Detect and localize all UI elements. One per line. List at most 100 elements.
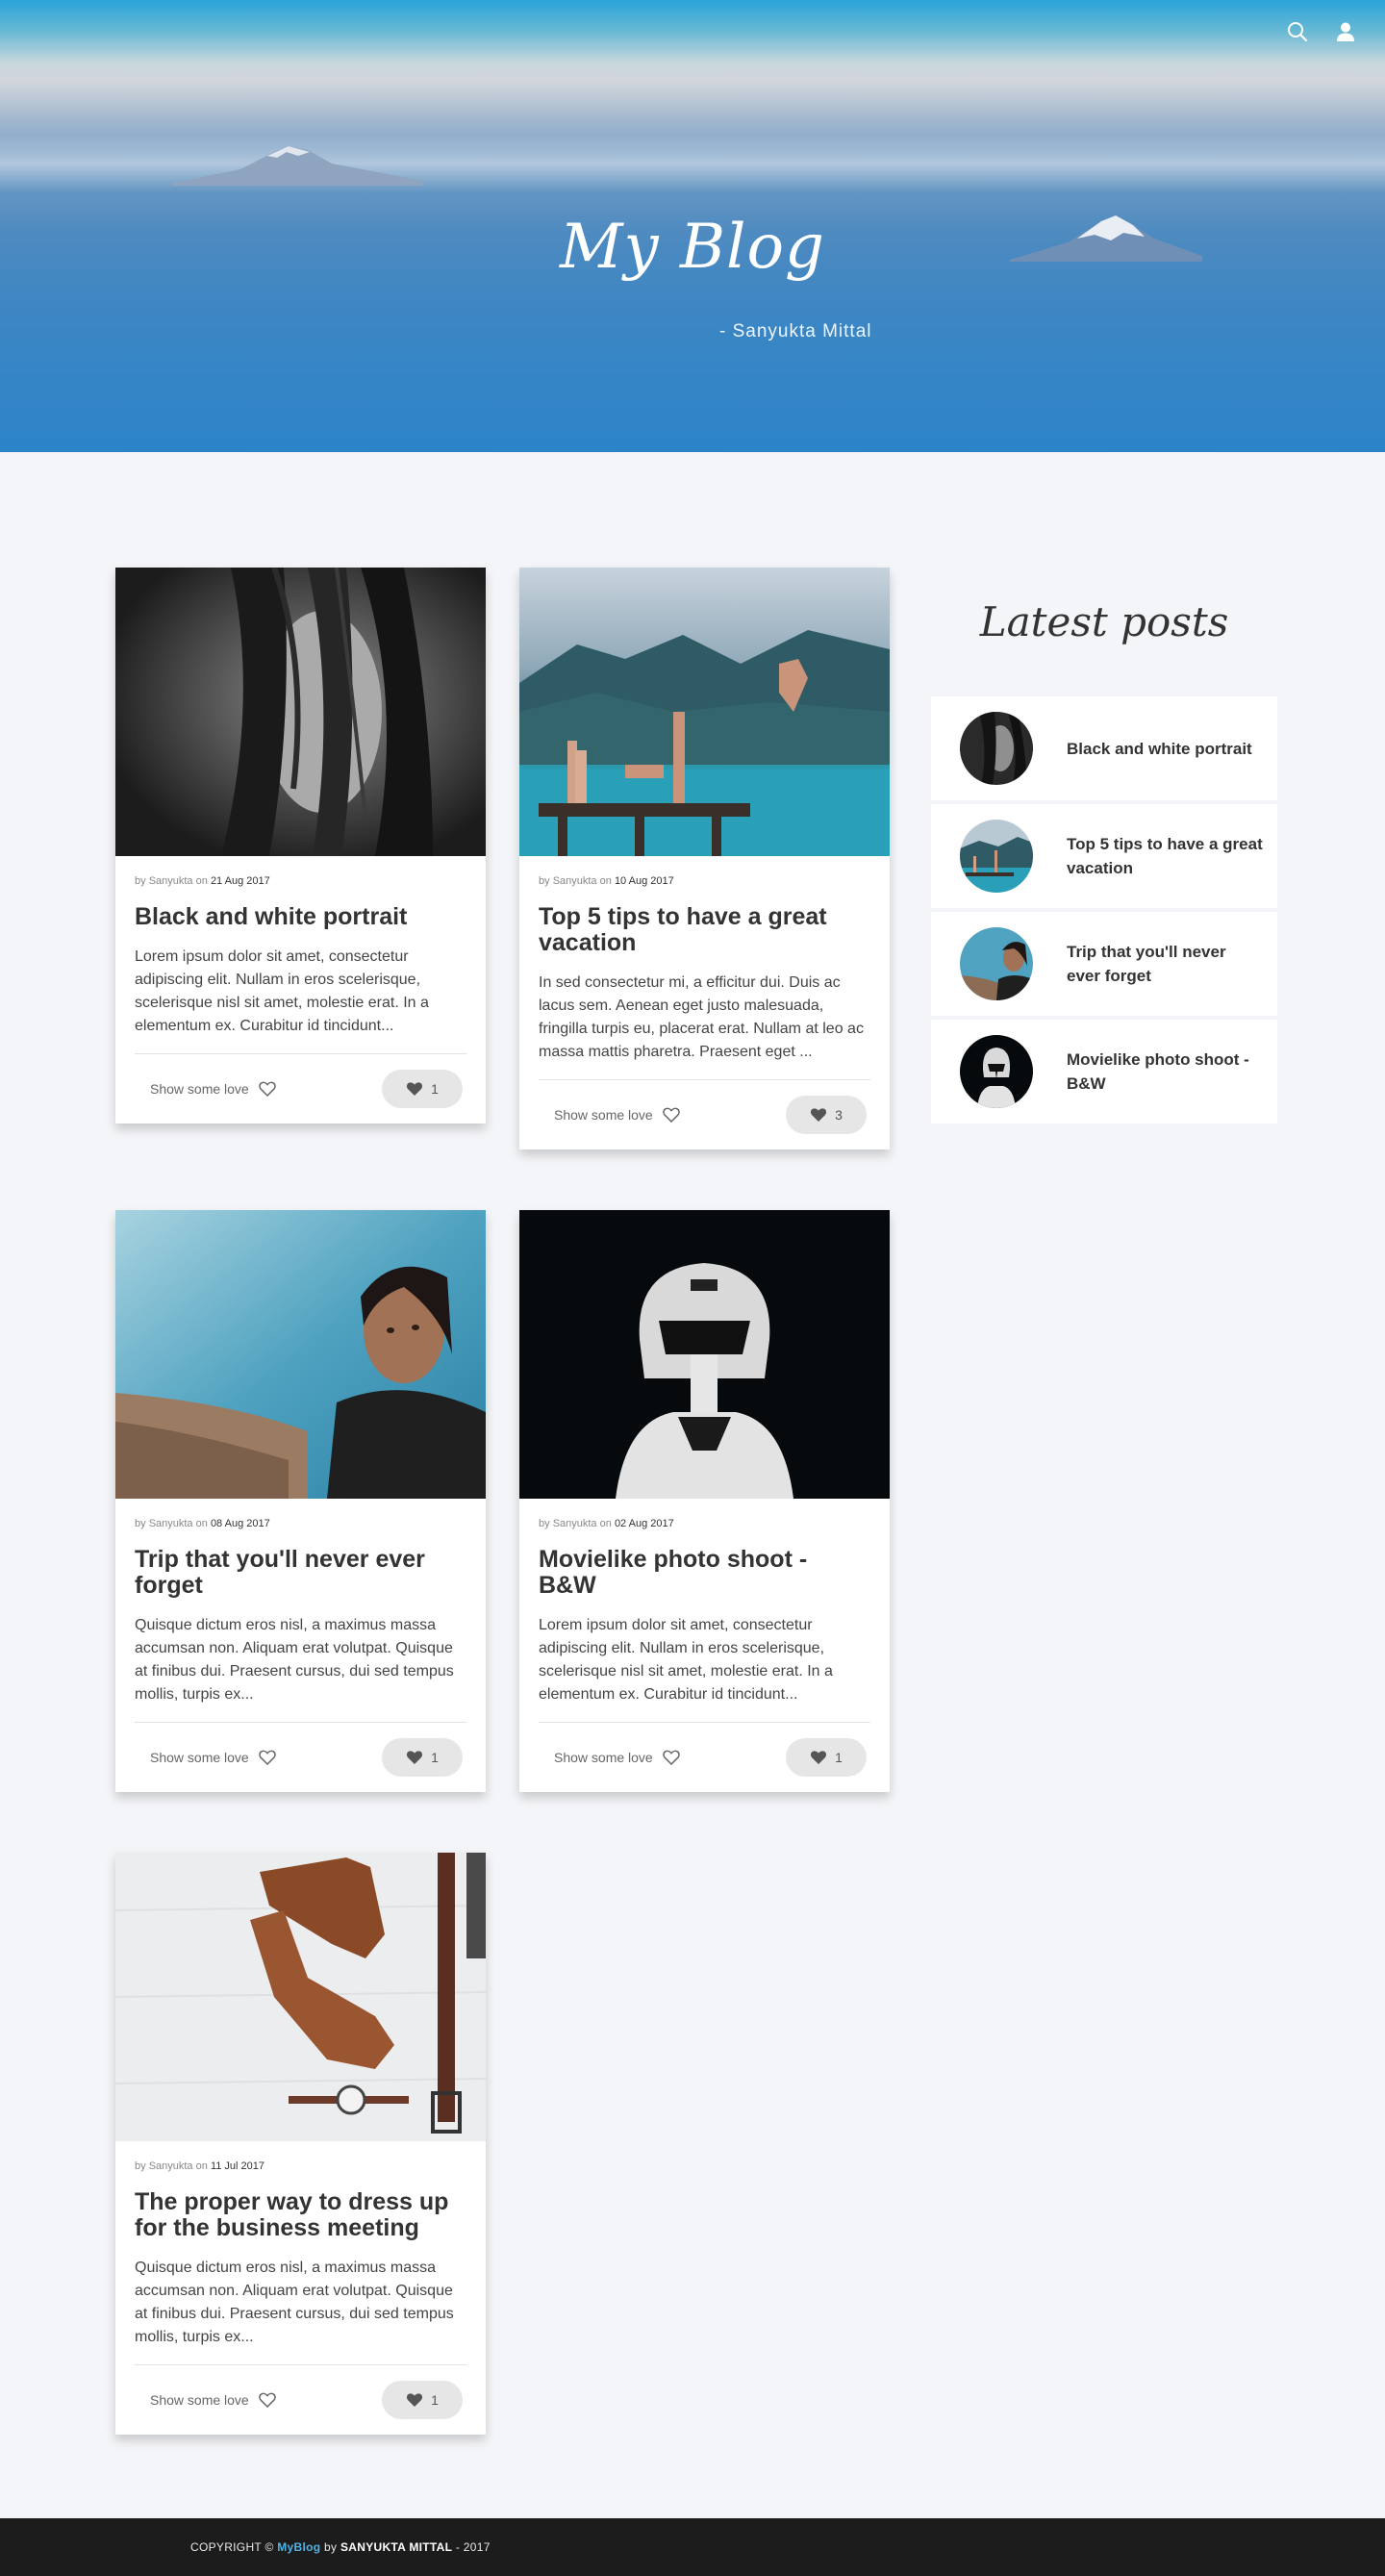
like-count-button[interactable]: 1 <box>382 1070 463 1108</box>
show-love-button[interactable]: Show some love <box>554 1107 680 1123</box>
top-nav <box>1285 19 1358 44</box>
post-title[interactable]: Top 5 tips to have a great vacation <box>539 904 870 956</box>
show-love-label: Show some love <box>554 1107 653 1123</box>
post-image[interactable] <box>519 568 890 856</box>
post-card[interactable]: by Sanyukta on 11 Jul 2017 The proper wa… <box>115 1853 486 2435</box>
post-body: by Sanyukta on 10 Aug 2017 Top 5 tips to… <box>519 856 890 1149</box>
post-card[interactable]: by Sanyukta on 21 Aug 2017 Black and whi… <box>115 568 486 1124</box>
heart-filled-icon <box>407 2393 423 2407</box>
brand-link[interactable]: MyBlog <box>277 2540 320 2554</box>
site-footer: COPYRIGHT © MyBlog by SANYUKTA MITTAL - … <box>0 2518 1385 2576</box>
copyright-text: COPYRIGHT © <box>190 2540 274 2554</box>
post-body: by Sanyukta on 11 Jul 2017 The proper wa… <box>115 2141 486 2435</box>
blog-subtitle: - Sanyukta Mittal <box>719 321 872 341</box>
user-icon[interactable] <box>1333 19 1358 44</box>
heart-outline-icon <box>258 1081 276 1097</box>
like-count: 1 <box>835 1750 843 1765</box>
heart-filled-icon <box>407 1082 423 1096</box>
post-excerpt: Lorem ipsum dolor sit amet, consectetur … <box>539 1617 833 1703</box>
latest-post-thumbnail <box>960 1035 1033 1108</box>
heart-outline-icon <box>662 1750 680 1765</box>
post-excerpt: In sed consectetur mi, a efficitur dui. … <box>539 974 864 1060</box>
like-count-button[interactable]: 3 <box>786 1096 867 1134</box>
post-title[interactable]: Trip that you'll never ever forget <box>135 1547 466 1599</box>
latest-post-title: Black and white portrait <box>1067 739 1252 758</box>
latest-posts-heading: Latest posts <box>979 598 1229 645</box>
heart-filled-icon <box>407 1751 423 1764</box>
post-excerpt: Lorem ipsum dolor sit amet, consectetur … <box>135 948 429 1034</box>
heart-filled-icon <box>811 1108 827 1122</box>
latest-post-thumbnail <box>960 712 1033 785</box>
latest-post-thumbnail <box>960 927 1033 1000</box>
like-count-button[interactable]: 1 <box>786 1738 867 1777</box>
post-image[interactable] <box>115 1210 486 1499</box>
show-love-button[interactable]: Show some love <box>554 1750 680 1765</box>
latest-post-item[interactable]: Movielike photo shoot - B&W <box>931 1020 1277 1124</box>
search-icon[interactable] <box>1285 19 1310 44</box>
post-image[interactable] <box>519 1210 890 1499</box>
show-love-label: Show some love <box>150 1750 249 1765</box>
latest-post-item[interactable]: Black and white portrait <box>931 696 1277 800</box>
like-count: 1 <box>431 2392 439 2408</box>
post-author[interactable]: Sanyukta <box>553 875 597 887</box>
show-love-button[interactable]: Show some love <box>150 1081 276 1097</box>
hero-banner: My Blog - Sanyukta Mittal <box>0 0 1385 452</box>
post-card[interactable]: by Sanyukta on 10 Aug 2017 Top 5 tips to… <box>519 568 890 1149</box>
post-meta: by Sanyukta on 21 Aug 2017 <box>135 875 270 887</box>
post-body: by Sanyukta on 02 Aug 2017 Movielike pho… <box>519 1499 890 1792</box>
post-footer: Show some love 1 <box>135 2365 466 2435</box>
latest-post-item[interactable]: Trip that you'll never ever forget <box>931 912 1277 1016</box>
post-footer: Show some love 3 <box>539 1080 870 1149</box>
latest-post-item[interactable]: Top 5 tips to have a great vacation <box>931 804 1277 908</box>
post-footer: Show some love 1 <box>135 1054 466 1124</box>
latest-post-title: Movielike photo shoot - B&W <box>1067 1050 1249 1093</box>
show-love-label: Show some love <box>554 1750 653 1765</box>
post-author[interactable]: Sanyukta <box>553 1518 597 1529</box>
like-count: 1 <box>431 1750 439 1765</box>
post-title[interactable]: Movielike photo shoot - B&W <box>539 1547 870 1599</box>
show-love-button[interactable]: Show some love <box>150 2392 276 2408</box>
show-love-label: Show some love <box>150 2392 249 2408</box>
post-author[interactable]: Sanyukta <box>149 1518 193 1529</box>
heart-outline-icon <box>258 2392 276 2408</box>
post-date: 02 Aug 2017 <box>614 1518 674 1529</box>
post-card[interactable]: by Sanyukta on 08 Aug 2017 Trip that you… <box>115 1210 486 1792</box>
post-title[interactable]: Black and white portrait <box>135 904 466 930</box>
post-date: 11 Jul 2017 <box>210 2160 265 2172</box>
post-author[interactable]: Sanyukta <box>149 2160 193 2172</box>
show-love-button[interactable]: Show some love <box>150 1750 276 1765</box>
post-meta: by Sanyukta on 10 Aug 2017 <box>539 875 674 887</box>
post-meta: by Sanyukta on 11 Jul 2017 <box>135 2160 265 2172</box>
post-date: 08 Aug 2017 <box>210 1518 270 1529</box>
post-footer: Show some love 1 <box>135 1723 466 1792</box>
footer-author: SANYUKTA MITTAL <box>340 2540 453 2554</box>
footer-year: - 2017 <box>455 2540 491 2554</box>
post-body: by Sanyukta on 08 Aug 2017 Trip that you… <box>115 1499 486 1792</box>
like-count: 3 <box>835 1107 843 1123</box>
like-count-button[interactable]: 1 <box>382 2381 463 2419</box>
post-body: by Sanyukta on 21 Aug 2017 Black and whi… <box>115 856 486 1124</box>
post-footer: Show some love 1 <box>539 1723 870 1792</box>
post-meta: by Sanyukta on 02 Aug 2017 <box>539 1518 674 1529</box>
heart-outline-icon <box>258 1750 276 1765</box>
post-author[interactable]: Sanyukta <box>149 875 193 887</box>
latest-post-title: Trip that you'll never ever forget <box>1067 943 1226 985</box>
post-title[interactable]: The proper way to dress up for the busin… <box>135 2189 466 2241</box>
latest-post-title: Top 5 tips to have a great vacation <box>1067 835 1263 877</box>
footer-by: by <box>324 2540 338 2554</box>
post-excerpt: Quisque dictum eros nisl, a maximus mass… <box>135 2260 454 2345</box>
post-excerpt: Quisque dictum eros nisl, a maximus mass… <box>135 1617 454 1703</box>
latest-post-thumbnail <box>960 820 1033 893</box>
post-image[interactable] <box>115 568 486 856</box>
post-card[interactable]: by Sanyukta on 02 Aug 2017 Movielike pho… <box>519 1210 890 1792</box>
post-date: 10 Aug 2017 <box>614 875 674 887</box>
mountain-left-image <box>173 146 423 186</box>
latest-posts-list: Black and white portrait Top 5 tips to h… <box>931 696 1277 1127</box>
like-count: 1 <box>431 1081 439 1097</box>
like-count-button[interactable]: 1 <box>382 1738 463 1777</box>
main-content: by Sanyukta on 21 Aug 2017 Black and whi… <box>0 452 1385 2518</box>
post-date: 21 Aug 2017 <box>210 875 270 887</box>
heart-outline-icon <box>662 1107 680 1123</box>
post-image[interactable] <box>115 1853 486 2141</box>
blog-title: My Blog <box>559 212 826 283</box>
